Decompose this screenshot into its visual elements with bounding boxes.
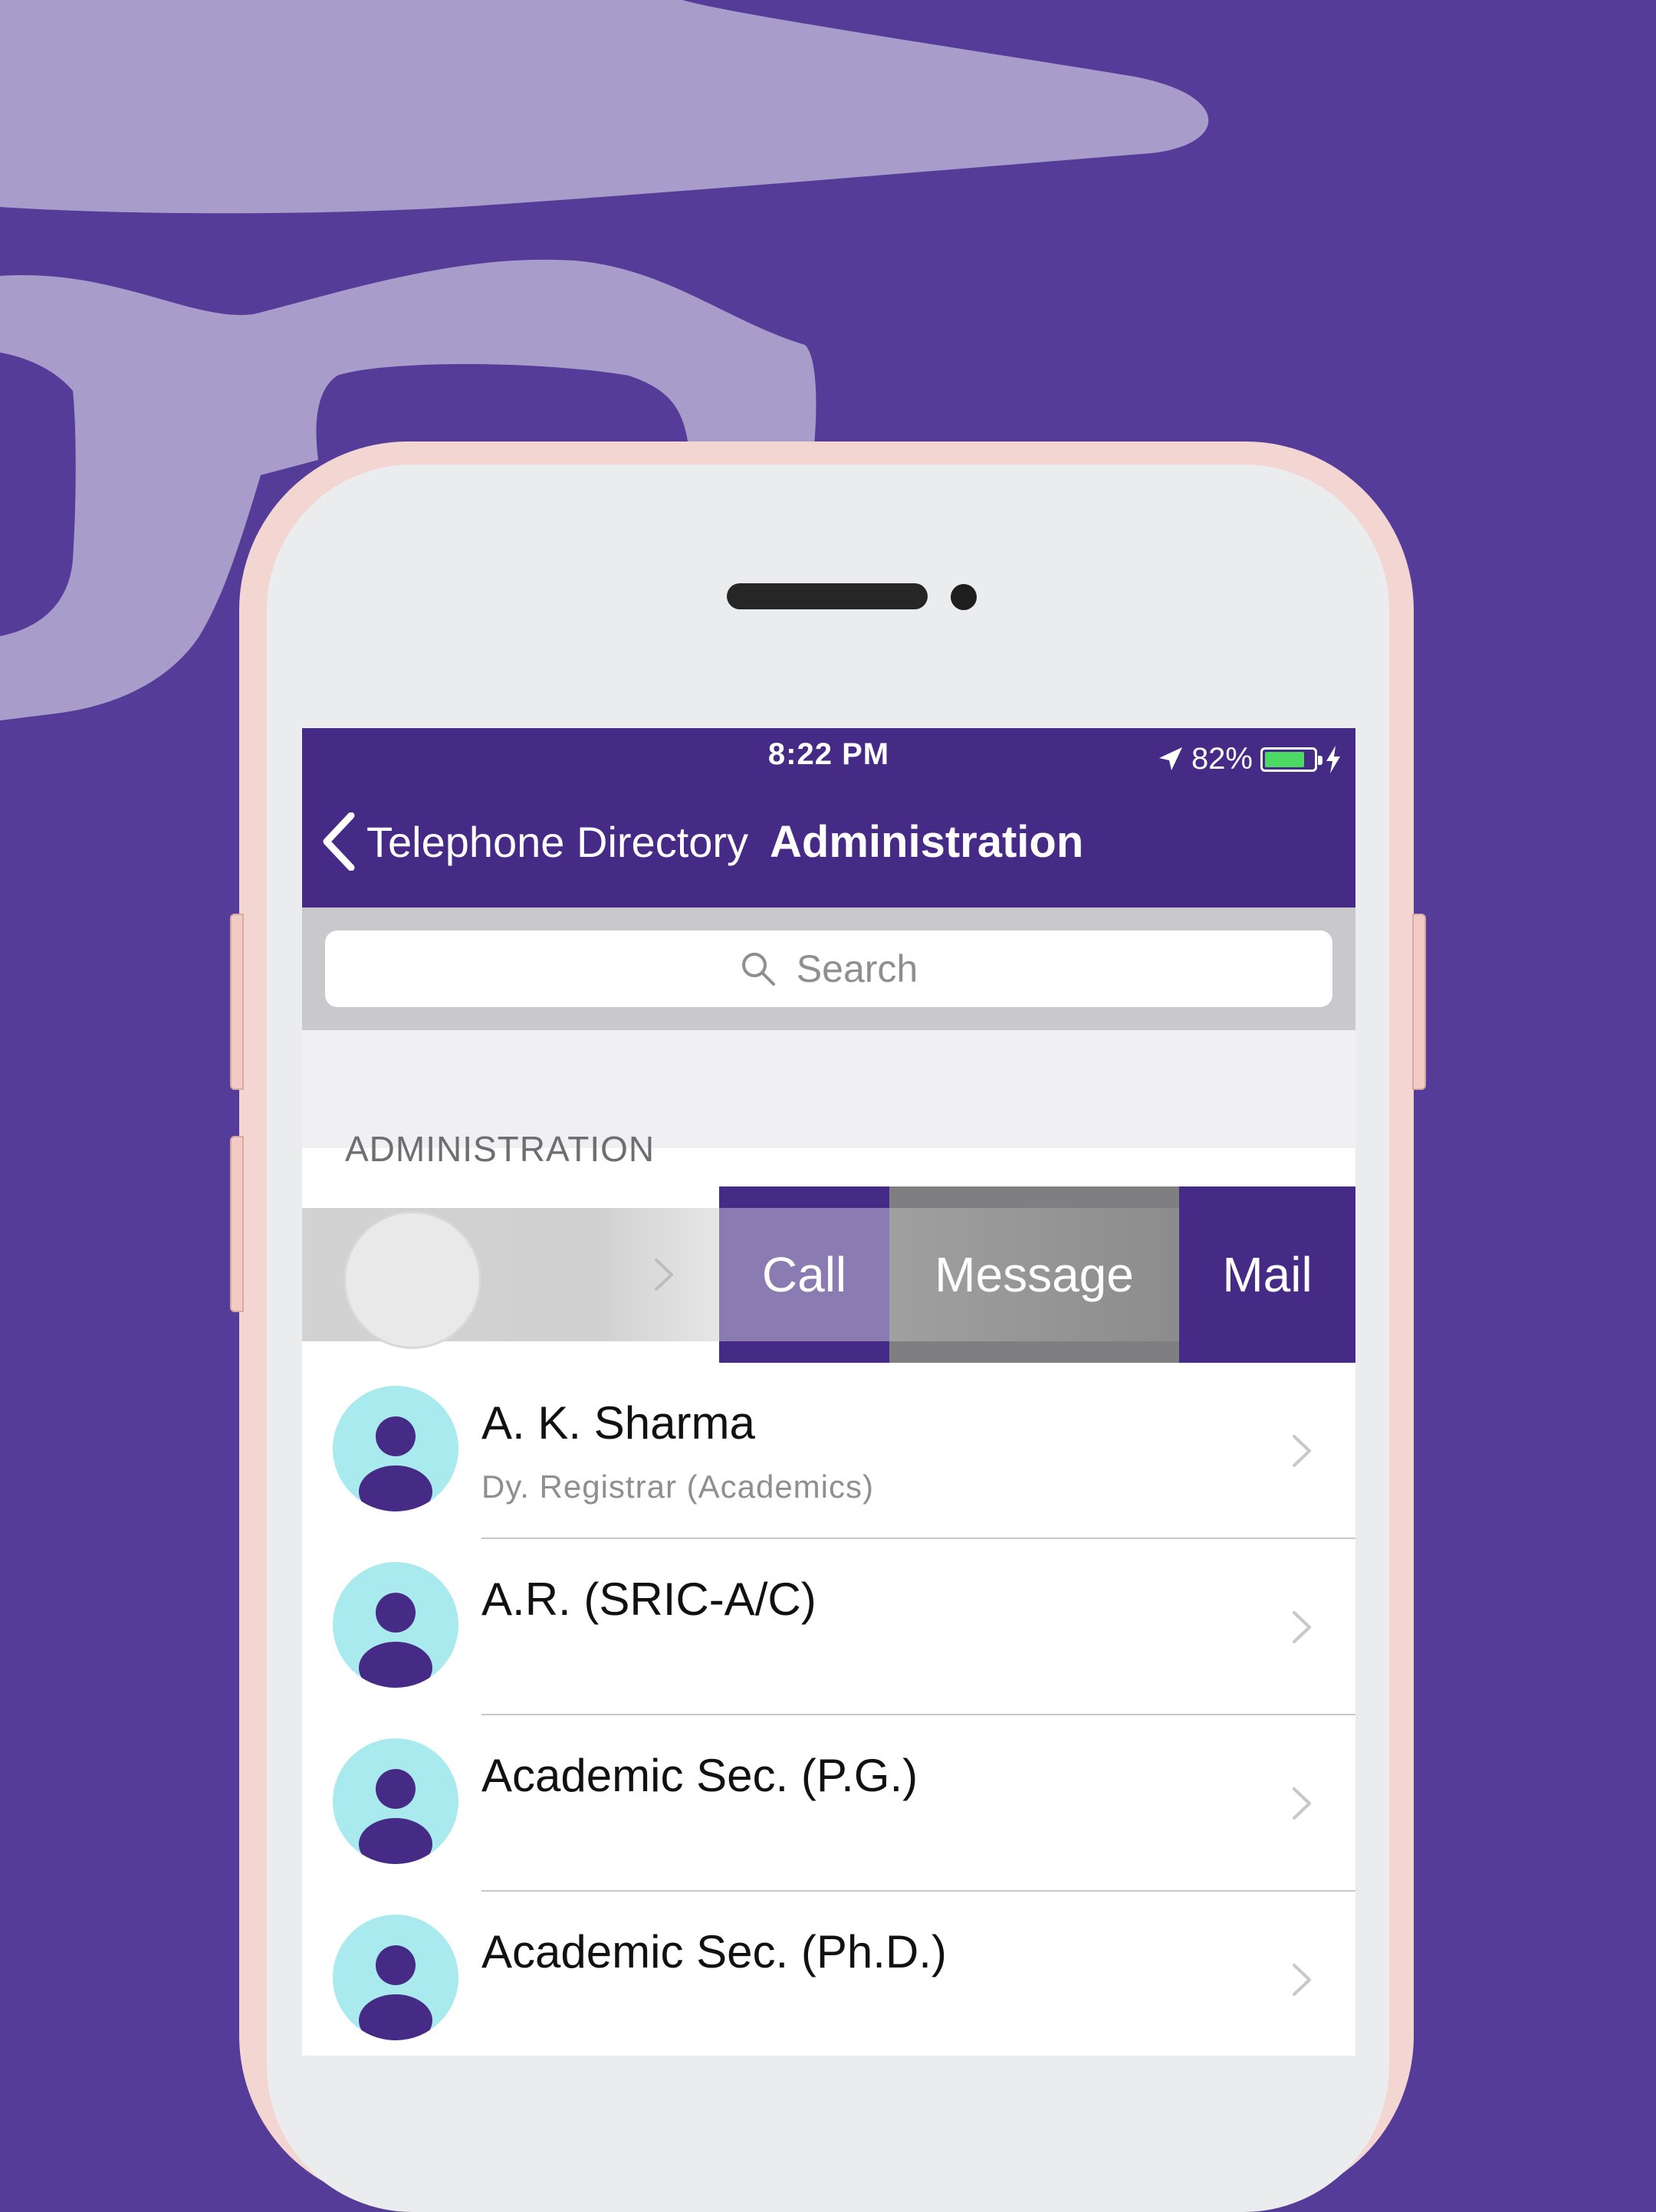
message-button[interactable]: Message: [889, 1186, 1179, 1363]
search-input[interactable]: Search: [325, 930, 1332, 1007]
contact-name: A. K. Sharma: [481, 1397, 755, 1449]
status-right-group: 82%: [1156, 742, 1342, 776]
person-icon: [359, 1945, 432, 2040]
person-icon: [359, 1769, 432, 1864]
mail-label: Mail: [1222, 1247, 1313, 1302]
chevron-right-icon: [1293, 1611, 1311, 1643]
call-button[interactable]: Call: [719, 1186, 889, 1363]
app-screen: 8:22 PM 82% Telephone Directory Administ…: [302, 728, 1355, 2056]
navigation-header: 8:22 PM 82% Telephone Directory Administ…: [302, 728, 1355, 907]
message-label: Message: [935, 1247, 1134, 1302]
person-icon: [359, 1416, 432, 1511]
list-item[interactable]: A. K. Sharma Dy. Registrar (Academics): [302, 1363, 1355, 1539]
list-item[interactable]: Academic Sec. (Ph.D.): [302, 1892, 1355, 2056]
call-label: Call: [761, 1247, 847, 1302]
mail-button[interactable]: Mail: [1179, 1186, 1355, 1363]
phone-front-camera: [951, 584, 977, 610]
battery-icon: [1260, 747, 1322, 772]
chevron-left-icon[interactable]: [322, 812, 356, 871]
battery-level-fill: [1265, 751, 1304, 767]
search-placeholder: Search: [796, 947, 918, 990]
avatar: [333, 1562, 458, 1688]
avatar: [343, 1211, 481, 1349]
swiped-list-item[interactable]: Call Message Mail: [302, 1186, 1355, 1363]
person-icon: [359, 1593, 432, 1688]
chevron-right-icon: [1293, 1964, 1311, 1996]
chevron-right-icon: [655, 1259, 673, 1291]
charging-bolt-icon: [1326, 745, 1340, 773]
search-icon: [741, 953, 775, 986]
nav-bar: Telephone Directory Administration: [322, 811, 1083, 872]
location-arrow-icon: [1158, 747, 1182, 770]
battery-tip: [1318, 755, 1322, 765]
list-item[interactable]: Academic Sec. (P.G.): [302, 1715, 1355, 1892]
battery-percent: 82%: [1191, 742, 1253, 776]
back-button[interactable]: Telephone Directory: [366, 817, 748, 867]
chevron-right-icon: [1293, 1787, 1311, 1820]
phone-volume-up-button: [230, 914, 244, 1090]
contact-name: Academic Sec. (Ph.D.): [481, 1926, 947, 1977]
contact-list: A. K. Sharma Dy. Registrar (Academics) A…: [302, 1363, 1355, 2056]
section-title: ADMINISTRATION: [345, 1129, 656, 1169]
phone-speaker: [727, 583, 928, 609]
phone-power-button: [1412, 914, 1426, 1090]
contact-subtitle: Dy. Registrar (Academics): [481, 1469, 874, 1505]
avatar: [333, 1915, 458, 2040]
contact-name: Academic Sec. (P.G.): [481, 1750, 918, 1801]
page-title: Administration: [770, 816, 1084, 867]
avatar: [333, 1386, 458, 1511]
search-bar: Search: [302, 907, 1355, 1030]
contact-name: A.R. (SRIC-A/C): [481, 1574, 816, 1625]
list-item[interactable]: A.R. (SRIC-A/C): [302, 1539, 1355, 1715]
phone-volume-down-button: [230, 1136, 244, 1312]
chevron-right-icon: [1293, 1435, 1311, 1467]
avatar: [333, 1738, 458, 1864]
